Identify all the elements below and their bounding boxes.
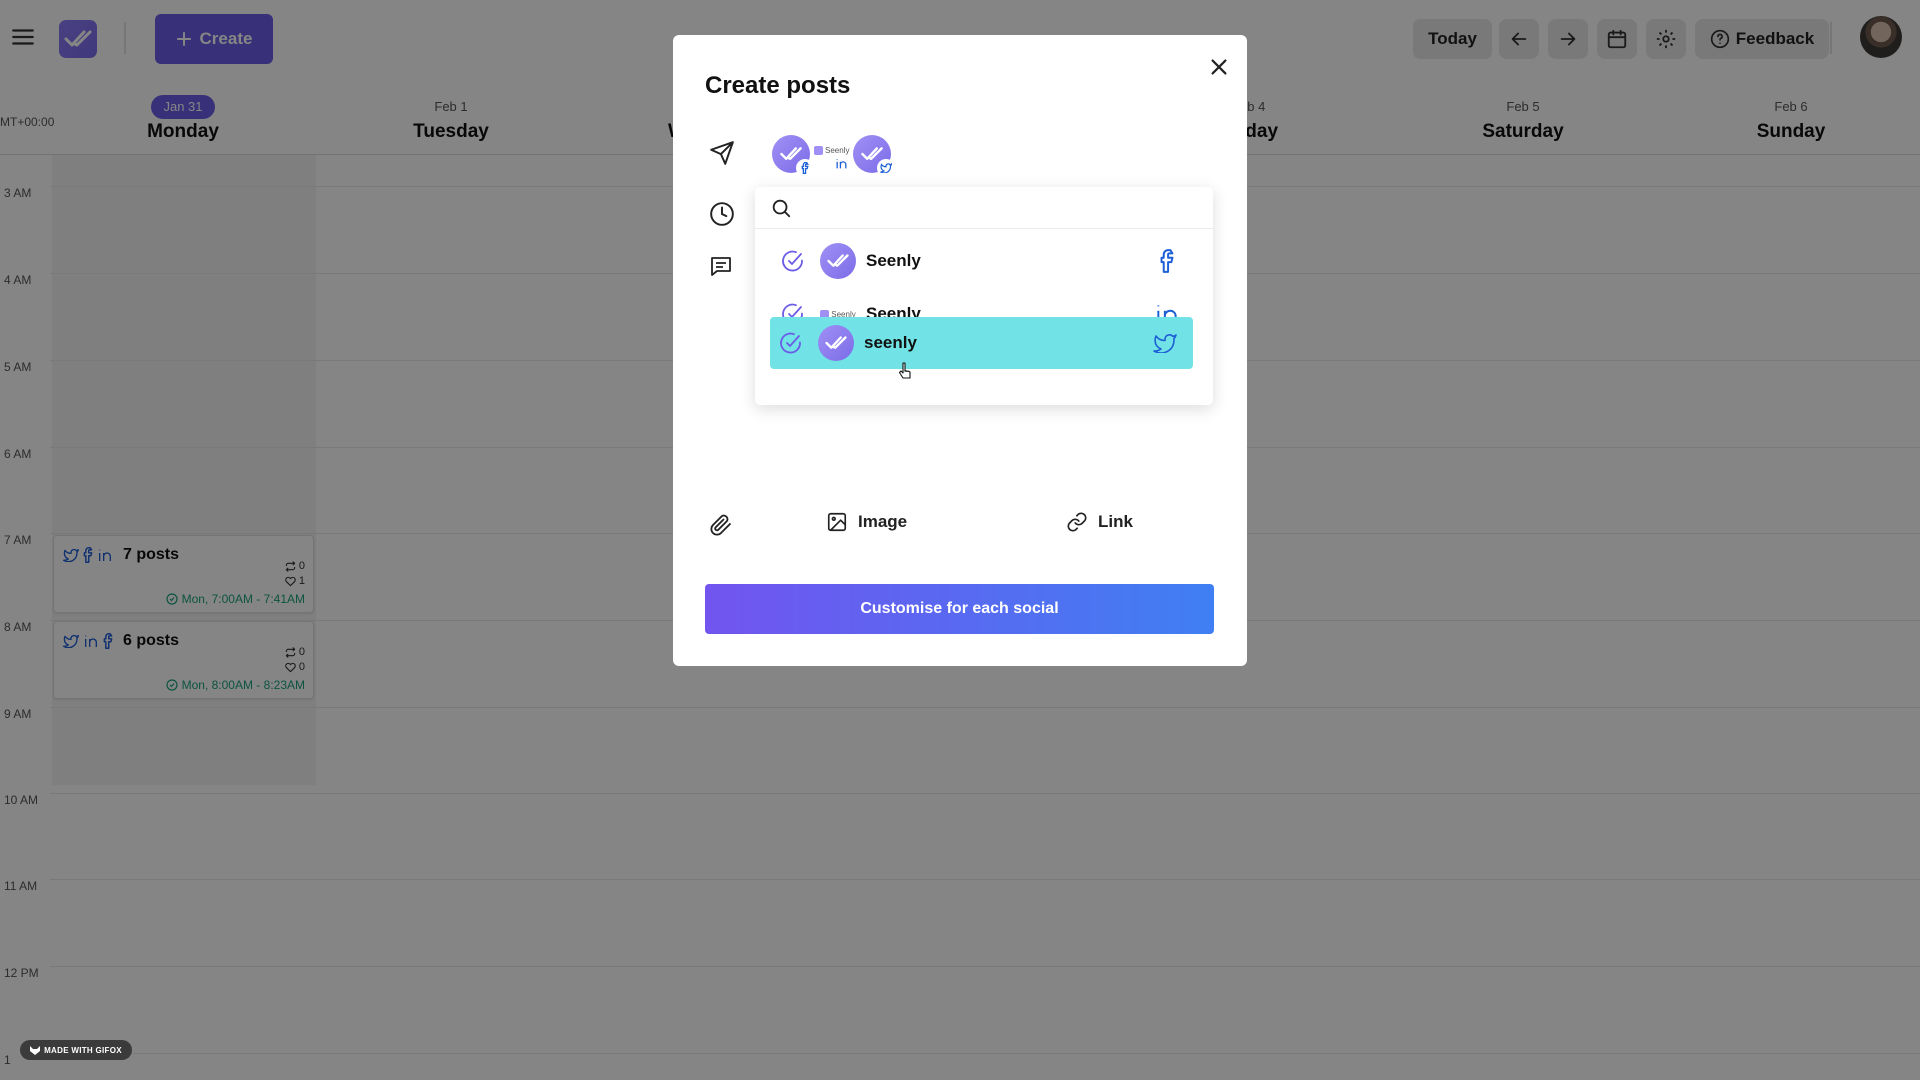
gifox-watermark: MADE WITH GIFOX bbox=[20, 1040, 132, 1060]
linkedin-icon bbox=[832, 154, 850, 172]
create-posts-modal: Create posts Seenly Seenly Seenly Seenly… bbox=[673, 35, 1247, 666]
modal-title: Create posts bbox=[705, 72, 851, 99]
pointer-cursor-icon bbox=[898, 362, 912, 382]
check-circle-icon[interactable] bbox=[778, 330, 804, 356]
account-avatar bbox=[820, 243, 856, 279]
search-input[interactable] bbox=[800, 192, 1213, 223]
account-dropdown: Seenly Seenly Seenly seenly bbox=[755, 187, 1213, 405]
close-icon[interactable] bbox=[1205, 53, 1233, 81]
account-option-twitter[interactable]: seenly bbox=[770, 317, 1193, 369]
paperclip-icon bbox=[709, 513, 735, 539]
watermark-text: MADE WITH GIFOX bbox=[44, 1045, 122, 1055]
facebook-icon bbox=[796, 159, 814, 177]
account-avatar bbox=[818, 325, 854, 361]
account-name: seenly bbox=[864, 333, 917, 352]
message-icon bbox=[709, 254, 735, 280]
twitter-icon bbox=[877, 159, 895, 177]
account-option-facebook[interactable]: Seenly bbox=[772, 236, 1195, 286]
link-label: Link bbox=[1098, 512, 1133, 531]
add-image-button[interactable]: Image bbox=[826, 511, 907, 533]
twitter-icon bbox=[1151, 329, 1179, 357]
image-label: Image bbox=[858, 512, 908, 531]
selected-account-facebook[interactable] bbox=[772, 135, 814, 177]
check-circle-icon[interactable] bbox=[780, 248, 806, 274]
account-search[interactable] bbox=[755, 187, 1213, 229]
selected-account-twitter[interactable] bbox=[853, 135, 895, 177]
account-avatar bbox=[772, 135, 814, 177]
send-icon bbox=[709, 140, 735, 166]
selected-account-linkedin[interactable]: Seenly bbox=[814, 146, 850, 172]
image-icon bbox=[826, 511, 848, 533]
facebook-icon bbox=[1153, 247, 1181, 275]
account-name: Seenly bbox=[866, 251, 921, 270]
clock-icon bbox=[709, 201, 735, 227]
search-icon bbox=[770, 197, 792, 219]
gifox-icon bbox=[30, 1045, 41, 1055]
add-link-button[interactable]: Link bbox=[1066, 511, 1133, 533]
link-icon bbox=[1066, 511, 1088, 533]
customise-for-each-social-button[interactable]: Customise for each social bbox=[705, 584, 1214, 634]
account-avatar bbox=[853, 135, 895, 177]
